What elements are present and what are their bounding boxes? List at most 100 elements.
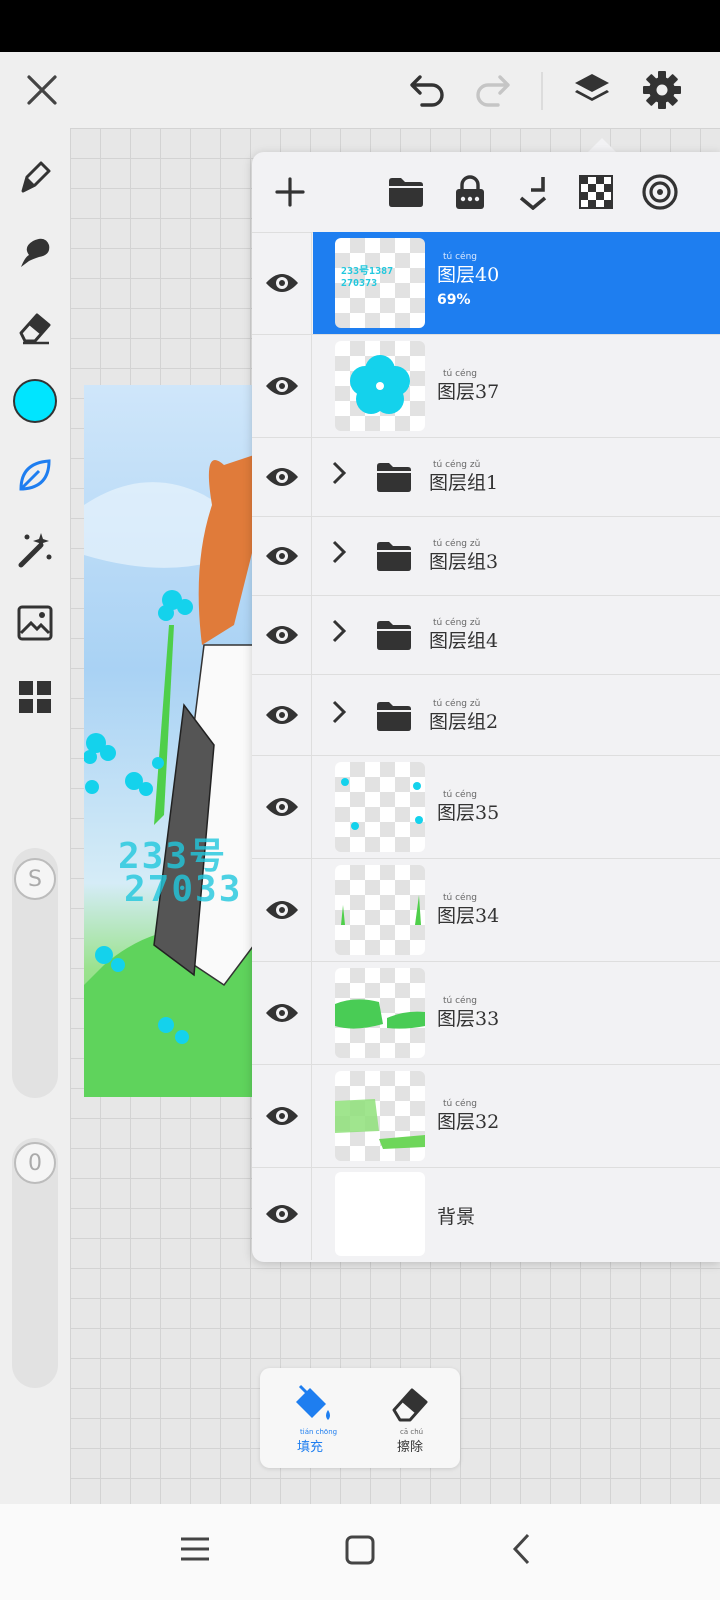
status-bar (0, 0, 720, 52)
visibility-eye-icon[interactable] (252, 438, 312, 516)
chevron-right-icon[interactable] (331, 460, 347, 493)
layer-name: 图层组1 (429, 472, 499, 494)
layer-name: 图层35 (437, 802, 500, 824)
brush-icon[interactable] (10, 152, 60, 202)
eraser-icon (388, 1382, 432, 1430)
layer-body[interactable]: tú céng zǔ 图层组4 (313, 596, 720, 674)
layer-body[interactable]: tú céng zǔ 图层组1 (313, 438, 720, 516)
visibility-eye-icon[interactable] (252, 675, 312, 755)
layer-opacity: 69% (437, 292, 471, 308)
folder-icon (375, 539, 413, 577)
erase-button[interactable]: cā chú 擦除 (360, 1368, 460, 1468)
toolbar-divider (541, 72, 543, 110)
visibility-eye-icon[interactable] (252, 962, 312, 1064)
folder-icon (375, 460, 413, 498)
layer-body[interactable]: tú céng zǔ 图层组3 (313, 517, 720, 595)
visibility-eye-icon[interactable] (252, 596, 312, 674)
layer-group-row[interactable]: tú céng zǔ 图层组1 (252, 438, 720, 517)
fill-erase-panel: tián chōng 填充 cā chú 擦除 (260, 1368, 460, 1468)
folder-icon[interactable] (382, 168, 430, 216)
layer-body[interactable]: tú céng 图层33 (313, 962, 720, 1064)
size-slider-knob[interactable]: S (14, 858, 56, 900)
layers-icon[interactable] (566, 64, 618, 116)
layer-row-background[interactable]: 背景 (252, 1168, 720, 1260)
eraser-icon[interactable] (10, 302, 60, 352)
layer-thumbnail (335, 968, 425, 1058)
artwork-image: 233号 27033 (84, 385, 254, 1097)
layer-list: 233号1387 270373 tú céng 图层40 69% tú céng… (252, 232, 720, 1260)
layer-row[interactable]: tú céng 图层32 (252, 1065, 720, 1168)
target-icon[interactable] (636, 168, 684, 216)
thumbnail-text: 233号1387 270373 (341, 266, 394, 289)
layer-row[interactable]: tú céng 图层37 (252, 335, 720, 438)
layer-thumbnail (335, 762, 425, 852)
layer-body[interactable]: tú céng 图层32 (313, 1065, 720, 1167)
leaf-brush-icon[interactable] (10, 450, 60, 500)
layer-row[interactable]: 233号1387 270373 tú céng 图层40 69% (252, 232, 720, 335)
opacity-slider-knob[interactable]: 0 (14, 1142, 56, 1184)
chevron-right-icon[interactable] (331, 539, 347, 572)
system-nav-bar (0, 1504, 720, 1600)
fill-button[interactable]: tián chōng 填充 (260, 1368, 360, 1468)
transparency-icon[interactable] (572, 168, 620, 216)
layer-thumbnail (335, 1172, 425, 1256)
chevron-right-icon[interactable] (331, 699, 347, 732)
layer-row[interactable]: tú céng 图层35 (252, 756, 720, 859)
left-toolbar: S 0 (0, 128, 70, 1504)
magic-wand-icon[interactable] (10, 524, 60, 574)
undo-icon[interactable] (404, 66, 452, 114)
layer-name: 图层组2 (429, 711, 499, 733)
layer-thumbnail: 233号1387 270373 (335, 238, 425, 328)
redo-icon[interactable] (468, 66, 516, 114)
visibility-eye-icon[interactable] (252, 517, 312, 595)
visibility-eye-icon[interactable] (252, 1065, 312, 1167)
layer-body[interactable]: tú céng 图层35 (313, 756, 720, 858)
layer-group-row[interactable]: tú céng zǔ 图层组4 (252, 596, 720, 675)
layer-body[interactable]: 背景 (313, 1168, 720, 1260)
layer-body[interactable]: tú céng zǔ 图层组2 (313, 675, 720, 755)
layer-group-row[interactable]: tú céng zǔ 图层组3 (252, 517, 720, 596)
layer-name: 背景 (437, 1206, 476, 1228)
artwork-text-2: 27033 (124, 869, 243, 910)
panel-pointer (588, 138, 616, 152)
smudge-icon[interactable] (10, 228, 60, 278)
layer-name: 图层37 (437, 381, 500, 403)
layer-panel-toolbar (252, 152, 720, 233)
visibility-eye-icon[interactable] (252, 335, 312, 437)
layer-group-row[interactable]: tú céng zǔ 图层组2 (252, 675, 720, 756)
layer-name: 图层组4 (429, 630, 499, 652)
close-icon[interactable] (18, 66, 66, 114)
visibility-eye-icon[interactable] (252, 1168, 312, 1260)
back-icon[interactable] (510, 1532, 534, 1570)
menu-icon[interactable] (178, 1534, 212, 1568)
layer-body[interactable]: tú céng 图层34 (313, 859, 720, 961)
layer-row[interactable]: tú céng 图层33 (252, 962, 720, 1065)
visibility-eye-icon[interactable] (252, 859, 312, 961)
paint-bucket-icon (290, 1382, 334, 1430)
visibility-eye-icon[interactable] (252, 756, 312, 858)
top-bar (0, 52, 720, 128)
layer-panel: 233号1387 270373 tú céng 图层40 69% tú céng… (252, 152, 720, 1262)
home-icon[interactable] (344, 1534, 376, 1570)
color-swatch[interactable] (10, 376, 60, 426)
grid-icon[interactable] (10, 672, 60, 722)
layer-body[interactable]: 233号1387 270373 tú céng 图层40 69% (313, 232, 720, 334)
layer-name: 图层32 (437, 1111, 500, 1133)
settings-icon[interactable] (636, 64, 688, 116)
fill-label: 填充 (296, 1440, 323, 1455)
add-icon[interactable] (266, 168, 314, 216)
erase-label: 擦除 (396, 1440, 423, 1455)
layer-name: 图层组3 (429, 551, 499, 573)
image-icon[interactable] (10, 598, 60, 648)
layer-row[interactable]: tú céng 图层34 (252, 859, 720, 962)
fill-ruby: tián chōng (300, 1428, 338, 1436)
visibility-eye-icon[interactable] (252, 232, 312, 334)
layer-name: 图层34 (437, 905, 500, 927)
layer-body[interactable]: tú céng 图层37 (313, 335, 720, 437)
layer-name: 图层40 (437, 264, 500, 286)
chevron-right-icon[interactable] (331, 618, 347, 651)
merge-down-icon[interactable] (510, 168, 558, 216)
folder-icon (375, 699, 413, 737)
lock-icon[interactable] (446, 168, 494, 216)
layer-thumbnail (335, 1071, 425, 1161)
